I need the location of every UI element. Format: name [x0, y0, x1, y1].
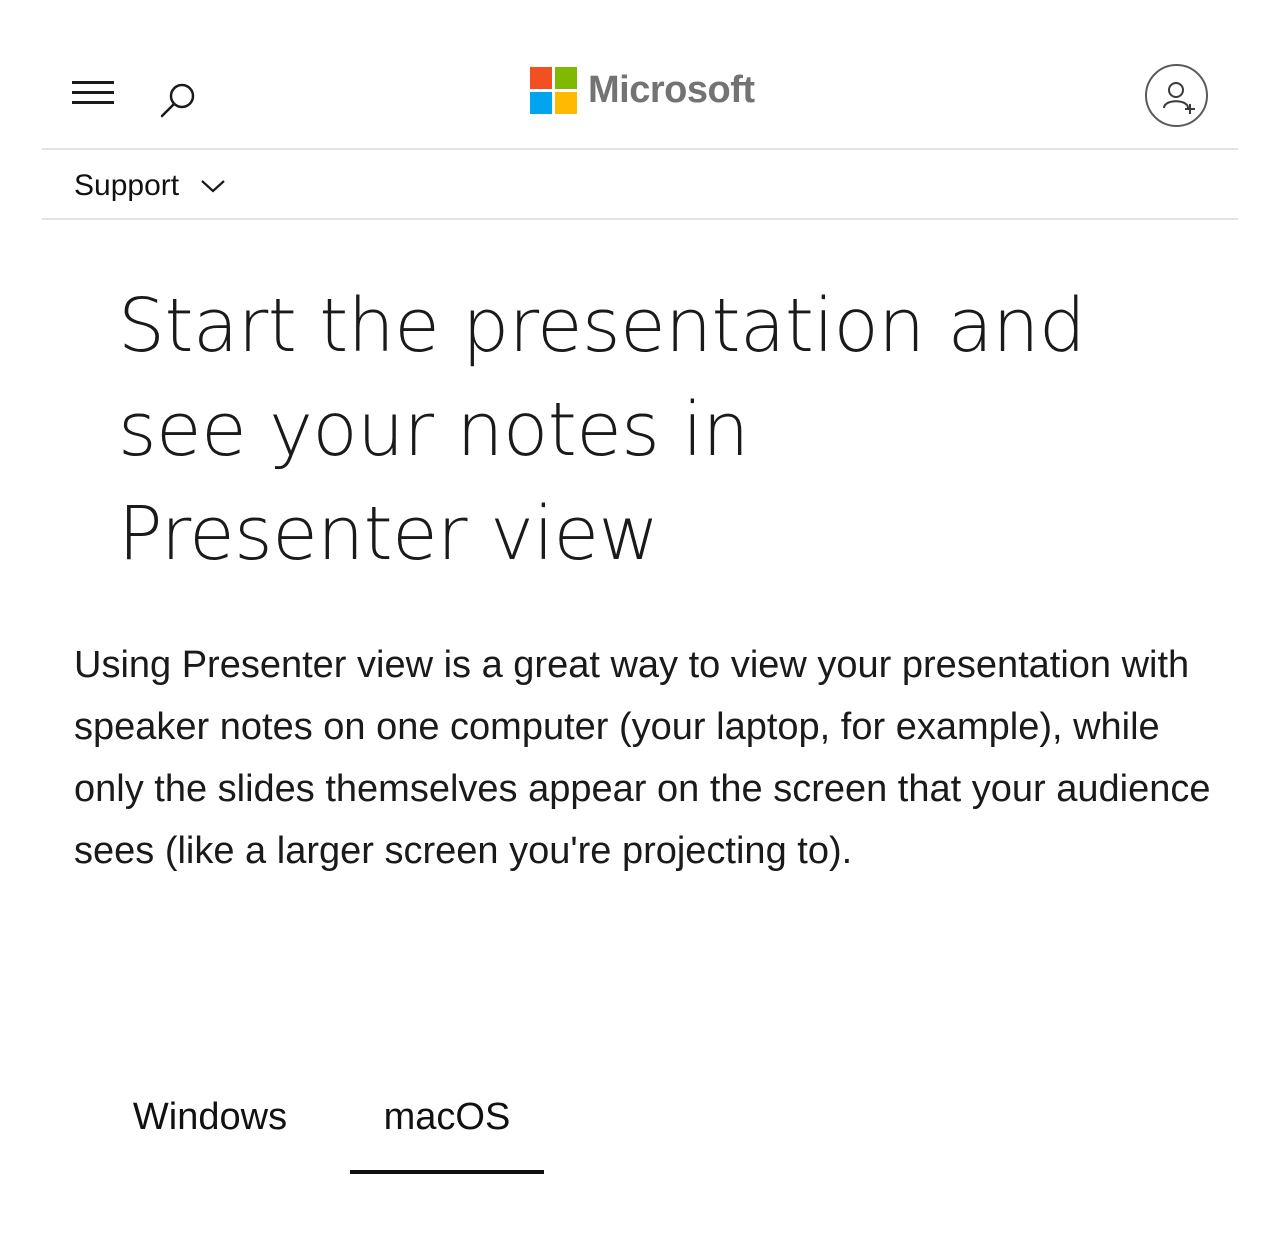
search-icon[interactable] [158, 80, 198, 120]
microsoft-logo[interactable]: Microsoft [530, 66, 755, 114]
tab-macos[interactable]: macOS [350, 1060, 544, 1174]
platform-tabs: Windows macOS [92, 1060, 572, 1180]
brand-name: Microsoft [588, 68, 755, 111]
microsoft-logo-icon [530, 66, 577, 114]
support-menu-button[interactable]: Support [74, 168, 227, 204]
tab-windows[interactable]: Windows [92, 1060, 328, 1174]
add-account-icon[interactable] [1145, 64, 1208, 127]
hamburger-menu-icon[interactable] [72, 81, 114, 107]
chevron-down-icon [201, 180, 225, 193]
page: Microsoft Support Start the presentation… [0, 0, 1280, 1233]
support-nav: Support [42, 152, 1238, 220]
support-label: Support [74, 169, 180, 202]
intro-paragraph: Using Presenter view is a great way to v… [74, 644, 1211, 872]
page-title: Start the presentation and see your note… [118, 283, 1086, 577]
site-header: Microsoft [42, 0, 1238, 150]
